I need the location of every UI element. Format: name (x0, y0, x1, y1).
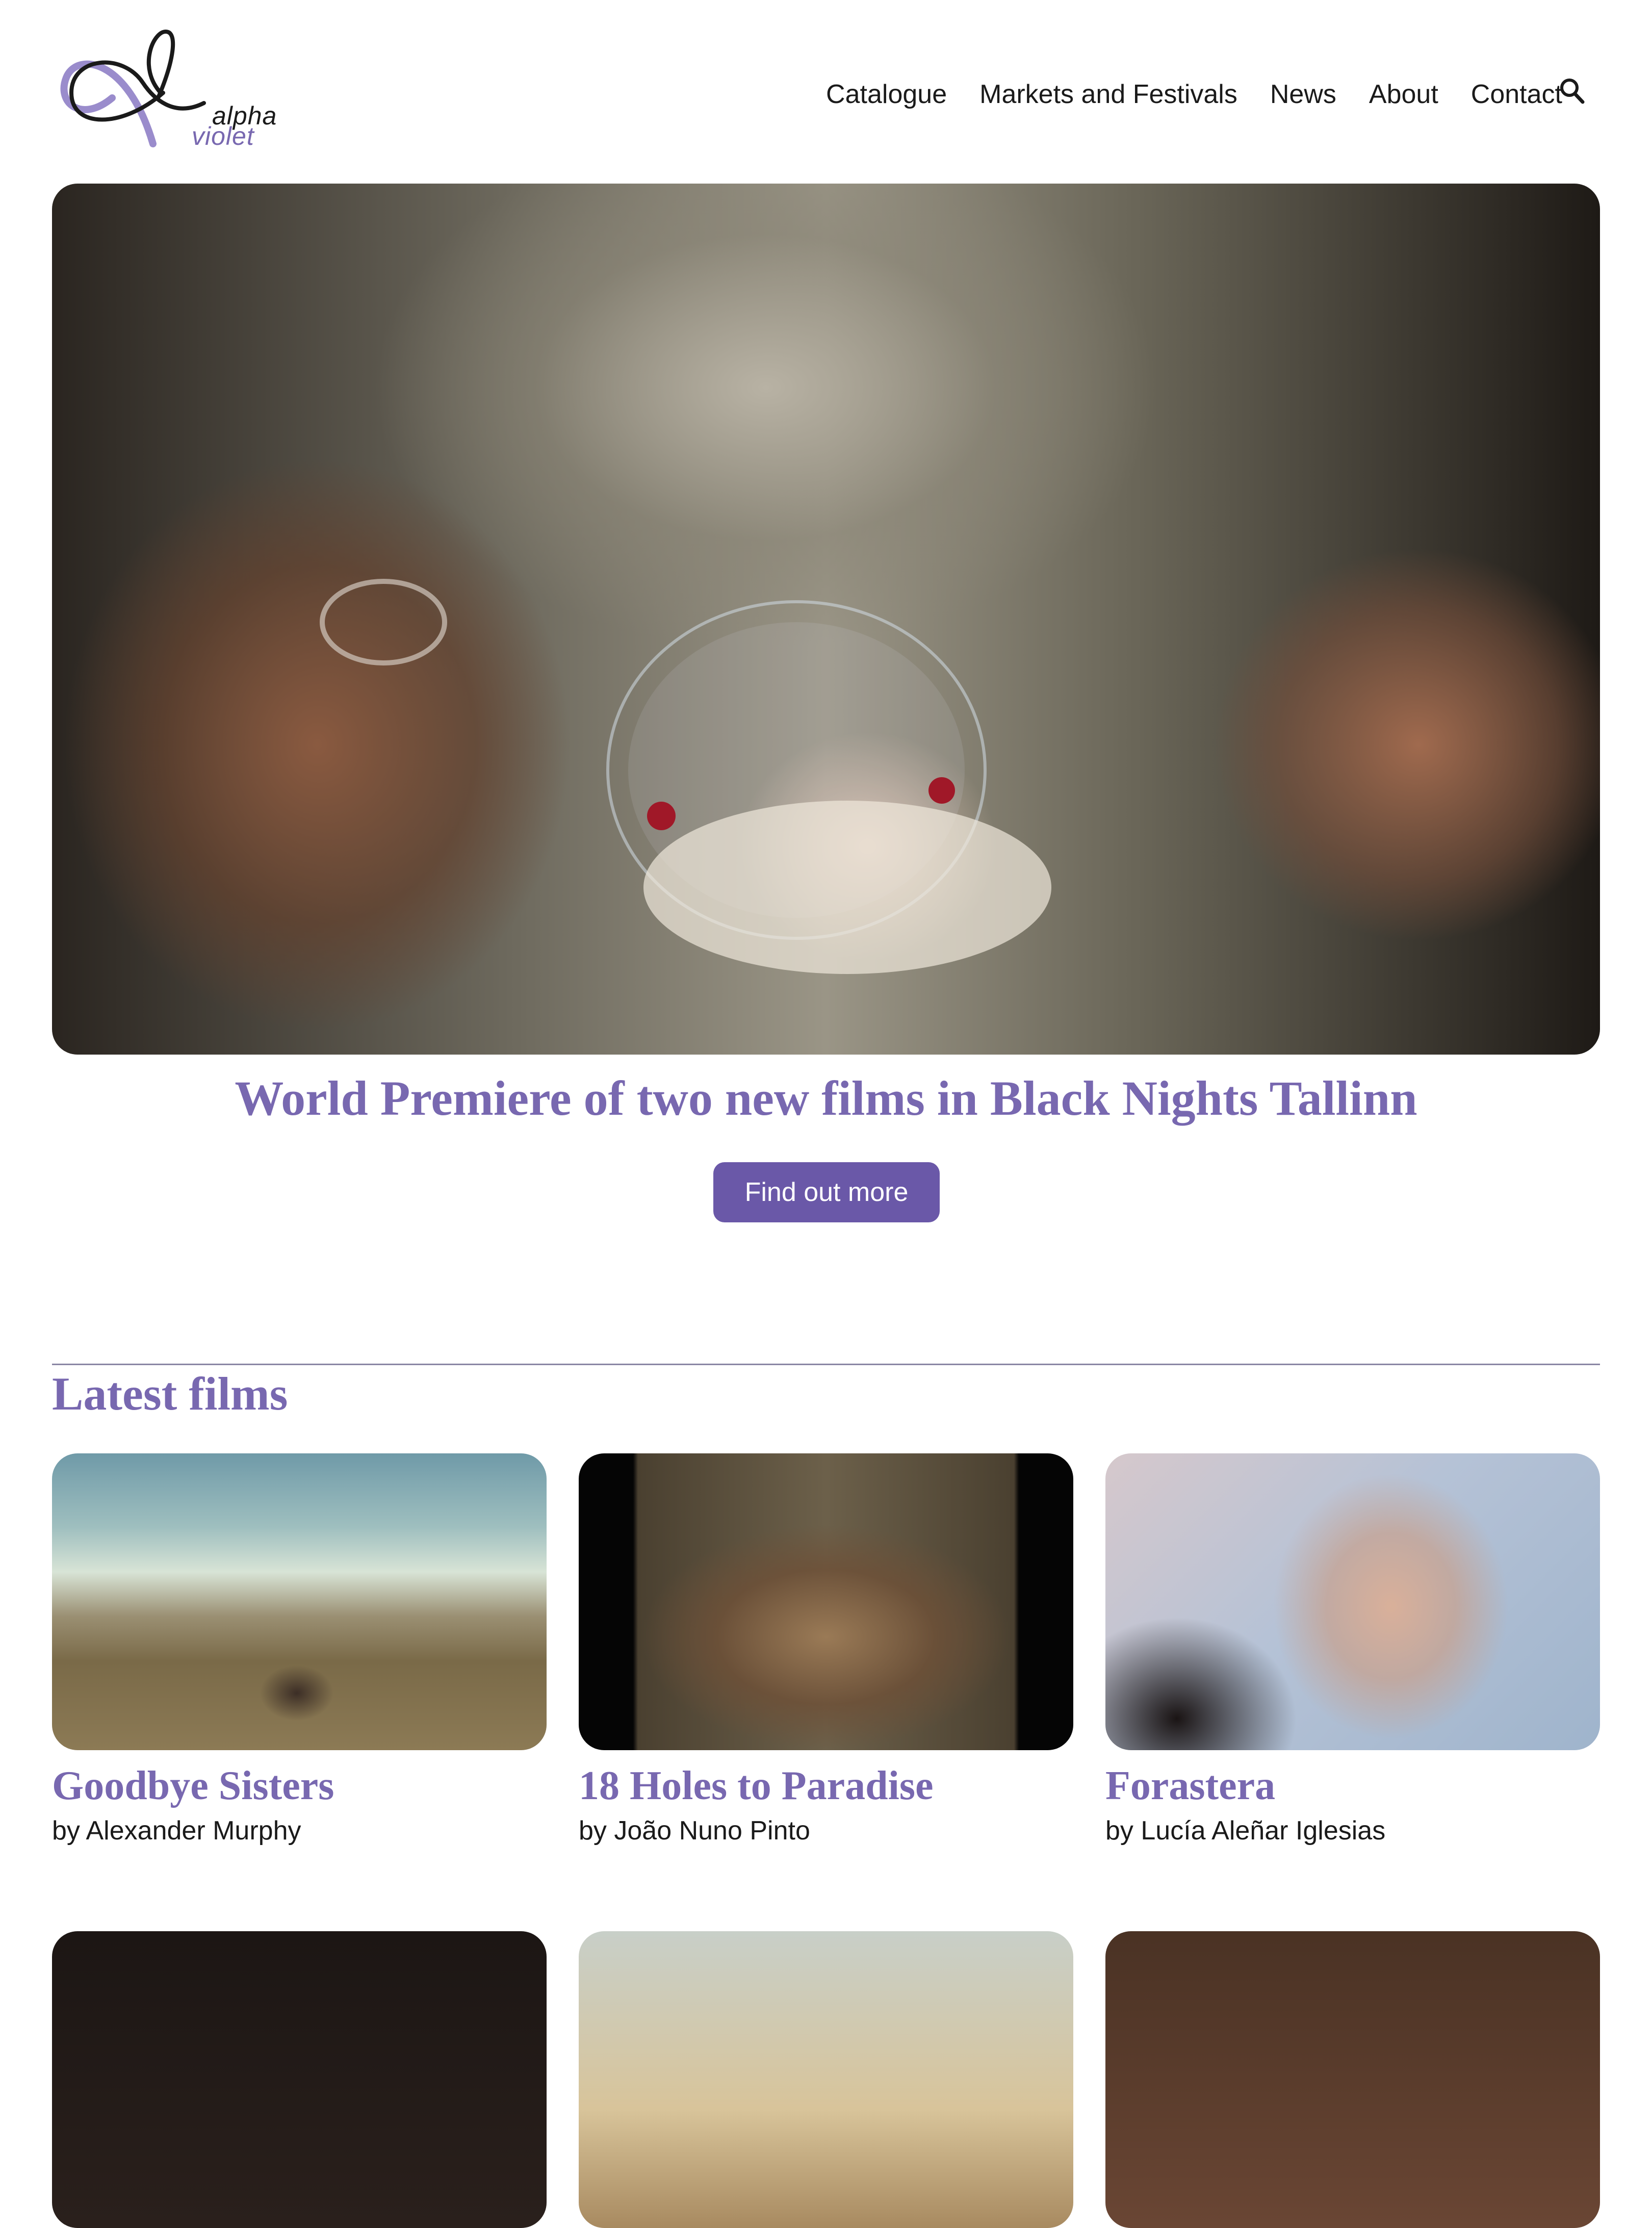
site-logo[interactable]: alpha violet (51, 27, 280, 150)
film-thumbnail[interactable] (1105, 1931, 1600, 2228)
nav-item-catalogue[interactable]: Catalogue (826, 79, 947, 110)
film-thumbnail[interactable] (579, 1453, 1073, 1750)
film-thumbnail[interactable] (1105, 1453, 1600, 1750)
hero-image[interactable] (52, 184, 1600, 1055)
search-button[interactable] (1558, 76, 1587, 107)
film-card-18-holes-to-paradise[interactable]: 18 Holes to Paradise by João Nuno Pinto (579, 1453, 1073, 1846)
nav-item-contact[interactable]: Contact (1471, 79, 1562, 110)
film-thumbnail[interactable] (579, 1931, 1073, 2228)
film-director: by João Nuno Pinto (579, 1816, 810, 1846)
film-director: by Lucía Aleñar Iglesias (1105, 1816, 1386, 1846)
find-out-more-button[interactable]: Find out more (713, 1162, 940, 1222)
film-card-forastera[interactable]: Forastera by Lucía Aleñar Iglesias (1105, 1453, 1600, 1846)
nav-item-news[interactable]: News (1270, 79, 1336, 110)
nav-item-about[interactable]: About (1369, 79, 1438, 110)
nav-item-markets-and-festivals[interactable]: Markets and Festivals (979, 79, 1237, 110)
hero-caption[interactable]: World Premiere of two new films in Black… (0, 1070, 1652, 1126)
film-card-row2-2[interactable] (579, 1931, 1073, 2228)
film-card-row2-1[interactable] (52, 1931, 547, 2228)
film-card-goodbye-sisters[interactable]: Goodbye Sisters by Alexander Murphy (52, 1453, 547, 1846)
latest-films-heading: Latest films (52, 1368, 288, 1420)
main-nav: Catalogue Markets and Festivals News Abo… (826, 76, 1562, 112)
search-icon (1560, 79, 1585, 104)
film-card-row2-3[interactable] (1105, 1931, 1600, 2228)
film-title[interactable]: Goodbye Sisters (52, 1763, 547, 1808)
film-director: by Alexander Murphy (52, 1816, 301, 1846)
logo-word-violet: violet (192, 122, 254, 150)
hero-still-illustration (320, 579, 1051, 974)
film-thumbnail[interactable] (52, 1931, 547, 2228)
section-divider (52, 1364, 1600, 1365)
film-title[interactable]: Forastera (1105, 1763, 1600, 1808)
film-thumbnail[interactable] (52, 1453, 547, 1750)
film-title[interactable]: 18 Holes to Paradise (579, 1763, 1073, 1808)
